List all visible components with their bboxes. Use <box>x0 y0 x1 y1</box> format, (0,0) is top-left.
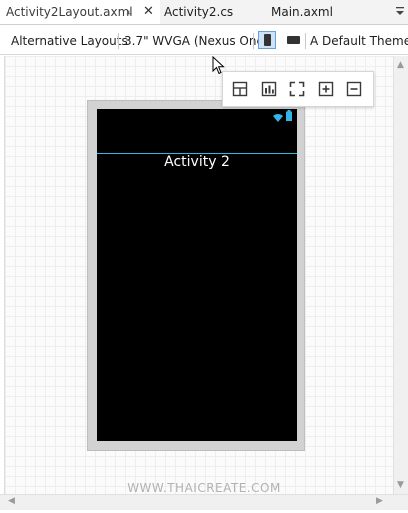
zoom-in-icon[interactable] <box>317 80 335 98</box>
tab-activity2-cs[interactable]: Activity2.cs <box>164 0 233 24</box>
toolbar-divider <box>305 33 306 49</box>
document-tab-bar: Activity2Layout.axml ⫠ ✕ Activity2.cs Ma… <box>0 0 408 25</box>
device-selector[interactable]: 3.7" WVGA (Nexus One) <box>124 28 269 54</box>
zoom-out-icon[interactable] <box>345 80 363 98</box>
tab-activity2layout[interactable]: Activity2Layout.axml ⫠ ✕ <box>0 0 160 24</box>
mouse-cursor-icon <box>212 55 225 78</box>
designer-toolbar: Alternative Layouts 3.7" WVGA (Nexus One… <box>0 28 408 55</box>
tab-main-axml[interactable]: Main.axml <box>271 0 333 24</box>
layout-grid-icon[interactable] <box>231 80 249 98</box>
bar-chart-icon[interactable] <box>260 80 278 98</box>
toolbar-divider <box>253 33 254 49</box>
tab-label: Activity2.cs <box>164 5 234 19</box>
fit-screen-icon[interactable] <box>288 80 306 98</box>
theme-selector[interactable]: A Default Theme <box>310 28 408 54</box>
pin-icon[interactable]: ⫠ <box>126 0 132 24</box>
scroll-up-icon[interactable]: ▲ <box>397 60 404 70</box>
device-frame: Activity 2 <box>87 100 305 451</box>
alternative-layouts-button[interactable]: Alternative Layouts <box>11 28 128 54</box>
portrait-orientation-button[interactable] <box>258 31 276 49</box>
close-icon[interactable]: ✕ <box>143 0 154 24</box>
tab-label: Main.axml <box>271 5 333 19</box>
device-screen[interactable]: Activity 2 <box>97 109 297 441</box>
vertical-scrollbar[interactable]: ▲ ▼ <box>393 56 408 494</box>
tab-label: Activity2Layout.axml <box>6 5 133 19</box>
watermark: WWW.THAICREATE.COM <box>127 481 281 495</box>
portrait-icon <box>264 34 271 46</box>
battery-icon <box>286 110 292 124</box>
scroll-right-icon[interactable]: ▶ <box>376 496 383 506</box>
wifi-icon <box>273 111 283 125</box>
status-bar <box>97 109 297 123</box>
toolbar-divider <box>118 33 119 49</box>
scroll-left-icon[interactable]: ◀ <box>8 496 15 506</box>
horizontal-scrollbar[interactable]: ◀ ▶ <box>0 494 408 510</box>
landscape-icon <box>287 36 300 44</box>
zoom-toolbar <box>222 71 374 107</box>
tab-dropdown-icon[interactable] <box>394 4 406 18</box>
activity-title: Activity 2 <box>164 154 230 170</box>
landscape-orientation-button[interactable] <box>285 31 303 49</box>
